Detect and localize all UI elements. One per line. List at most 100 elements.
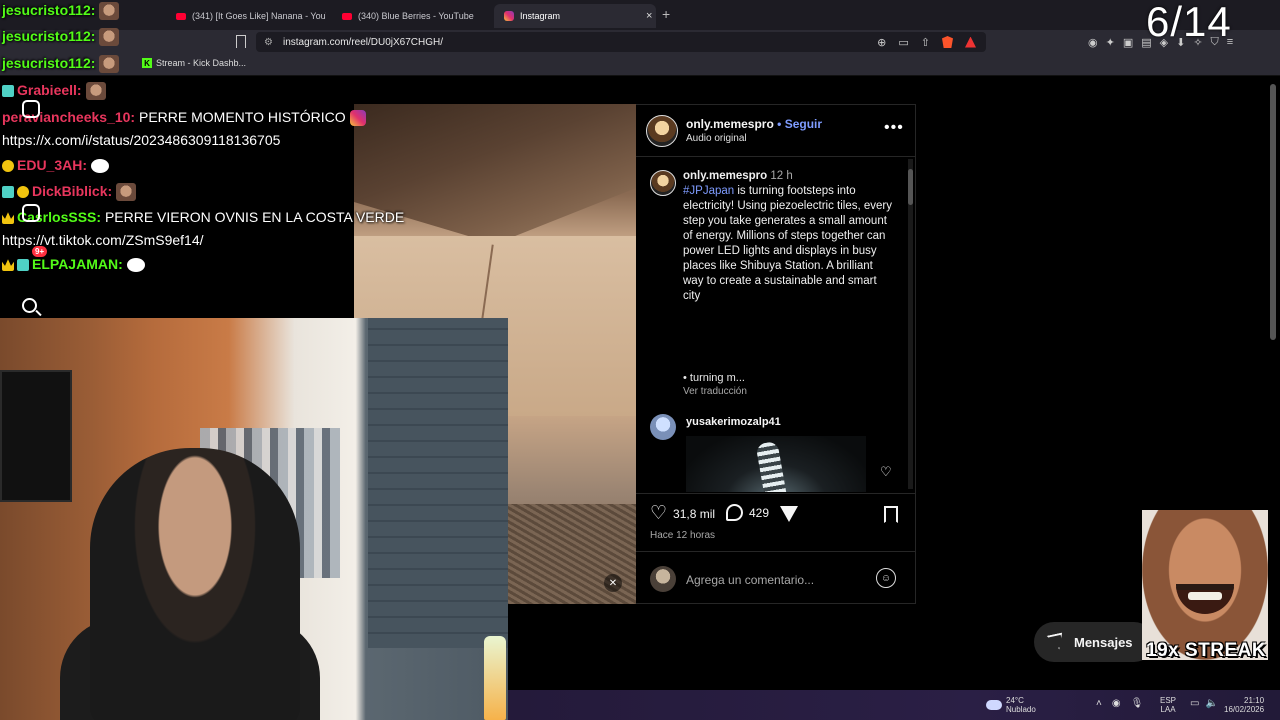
save-icon[interactable] bbox=[884, 506, 898, 523]
weather-widget[interactable]: 24°C Nublado bbox=[986, 696, 1036, 714]
like-button[interactable]: ♡ 31,8 mil bbox=[650, 504, 715, 523]
caption-avatar[interactable] bbox=[650, 170, 676, 196]
stream-chat-overlay: jesucristo112: jesucristo112: jesucristo… bbox=[0, 0, 420, 320]
audio-label[interactable]: Audio original bbox=[686, 133, 747, 144]
post-actions: ♡ 31,8 mil 429 Hace 12 horas bbox=[636, 493, 916, 549]
app-tray-icon[interactable]: ◉ bbox=[1112, 698, 1121, 709]
comments-scrollbar-thumb[interactable] bbox=[908, 169, 913, 205]
caption-hashtag[interactable]: #JPJapan bbox=[683, 185, 734, 197]
author-username[interactable]: only.memespro bbox=[686, 117, 774, 131]
instagram-home-icon[interactable] bbox=[22, 100, 40, 118]
page-scrollbar[interactable] bbox=[1270, 84, 1276, 340]
chat-user: EDU_3AH: bbox=[17, 157, 88, 173]
chat-line: DickBiblick: bbox=[2, 183, 137, 202]
chat-line: CasrlosSSS: PERRE VIERON OVNIS EN LA COS… bbox=[2, 209, 404, 225]
chat-line: jesucristo112: bbox=[2, 28, 120, 47]
mute-icon[interactable]: ✕ bbox=[604, 574, 622, 592]
brave-rewards-icon[interactable] bbox=[965, 36, 976, 48]
notification-badge: 9+ bbox=[32, 246, 48, 257]
extension-icon[interactable]: ◉ bbox=[1088, 36, 1098, 49]
sidebar-icon[interactable]: ▣ bbox=[1123, 36, 1133, 49]
chat-line: EDU_3AH: bbox=[2, 157, 110, 174]
caption-username[interactable]: only.memespro bbox=[683, 170, 767, 182]
cast-icon[interactable]: ▭ bbox=[898, 36, 908, 49]
crown-badge-icon bbox=[2, 212, 14, 225]
tab-instagram[interactable]: Instagram × bbox=[494, 4, 656, 28]
microphone-icon[interactable]: 🎙 bbox=[1131, 698, 1144, 709]
heart-icon: ♡ bbox=[650, 503, 668, 524]
author-line: only.memespro • Seguir bbox=[686, 117, 822, 131]
chat-user: Grabieell: bbox=[17, 82, 82, 98]
zoom-icon[interactable]: ⊕ bbox=[877, 36, 886, 49]
close-tab-icon[interactable]: × bbox=[566, 10, 652, 22]
reply-avatar[interactable] bbox=[650, 414, 676, 440]
comments-count: 429 bbox=[749, 505, 770, 520]
volume-icon[interactable]: 🔈 bbox=[1205, 698, 1217, 709]
like-comment-icon[interactable]: ♡ bbox=[880, 464, 892, 480]
webcam-tv bbox=[0, 370, 72, 502]
comment-button[interactable]: 429 bbox=[726, 504, 769, 521]
search-icon[interactable] bbox=[22, 298, 37, 313]
share-button[interactable] bbox=[780, 506, 798, 522]
meme-teeth bbox=[1188, 592, 1222, 600]
author-avatar[interactable] bbox=[646, 115, 678, 147]
follow-button[interactable]: Seguir bbox=[785, 117, 822, 131]
chat-line: https://x.com/i/status/20234863091181367… bbox=[2, 132, 280, 148]
comment-input[interactable]: Agrega un comentario... bbox=[686, 573, 814, 587]
new-tab-button[interactable]: + bbox=[662, 6, 670, 22]
chat-user: jesucristo112: bbox=[2, 55, 96, 71]
badge-icon bbox=[2, 160, 14, 173]
screen: (341) [It Goes Like] Nanana - YouTube (3… bbox=[0, 0, 1280, 720]
emote-icon bbox=[85, 82, 106, 101]
webcam-streamer bbox=[90, 448, 300, 720]
weather-condition: Nublado bbox=[1006, 705, 1036, 714]
language-layout: LAA bbox=[1160, 705, 1176, 714]
clock-time: 21:10 bbox=[1244, 696, 1265, 705]
clock[interactable]: 21:10 16/02/2026 bbox=[1224, 696, 1264, 714]
chat-line: jesucristo112: bbox=[2, 55, 120, 74]
badge-icon bbox=[17, 186, 29, 199]
post-time: Hace 12 horas bbox=[650, 530, 716, 541]
reply-gif bbox=[686, 436, 866, 492]
caption-continuation: • turning m... bbox=[683, 372, 745, 384]
chat-link: https://vt.tiktok.com/ZSmS9ef14/ bbox=[2, 232, 204, 248]
post-panel: only.memespro • Seguir Audio original ••… bbox=[636, 104, 916, 604]
messages-icon bbox=[1047, 633, 1066, 652]
emoji-icon[interactable]: ☺ bbox=[876, 568, 896, 588]
chevron-up-icon[interactable]: ˄ bbox=[1096, 698, 1102, 709]
chat-line: https://vt.tiktok.com/ZSmS9ef14/ bbox=[2, 232, 204, 248]
chat-message: PERRE VIERON OVNIS EN LA COSTA VERDE bbox=[104, 209, 405, 225]
post-header: only.memespro • Seguir Audio original ••… bbox=[636, 105, 916, 157]
translate-link[interactable]: Ver traducción bbox=[683, 386, 747, 397]
network-icon[interactable]: ▭ bbox=[1190, 698, 1199, 709]
messages-label: Mensajes bbox=[1074, 634, 1133, 650]
emote-icon bbox=[91, 159, 110, 174]
caption-time: 12 h bbox=[770, 170, 793, 182]
language-code: ESP bbox=[1160, 696, 1177, 705]
emote-icon bbox=[99, 55, 120, 74]
brave-shields-icon[interactable] bbox=[942, 36, 953, 48]
chat-line: ELPAJAMAN: bbox=[2, 256, 145, 273]
weather-text: 24°C Nublado bbox=[1006, 696, 1036, 714]
emote-icon bbox=[99, 2, 120, 21]
chat-user: jesucristo112: bbox=[2, 2, 96, 18]
streak-counter: 19x STREAK bbox=[1146, 640, 1267, 661]
more-options-icon[interactable]: ••• bbox=[884, 119, 904, 137]
subscriber-badge-icon bbox=[17, 259, 29, 272]
reel-counter: 6/14 bbox=[1146, 0, 1232, 45]
send-icon bbox=[780, 506, 798, 522]
messages-button[interactable]: Mensajes bbox=[1034, 622, 1154, 662]
puzzle-icon[interactable]: ✦ bbox=[1106, 36, 1115, 49]
chat-line: jesucristo112: bbox=[2, 2, 120, 21]
chat-user: DickBiblick: bbox=[32, 183, 113, 199]
cloud-icon bbox=[986, 700, 1002, 710]
comments-scrollbar-track[interactable] bbox=[908, 159, 913, 489]
chat-user: jesucristo112: bbox=[2, 28, 96, 44]
reply-username[interactable]: yusakerimozalp41 bbox=[686, 416, 781, 428]
temperature: 24°C bbox=[1006, 696, 1024, 705]
language-indicator[interactable]: ESP LAA bbox=[1160, 696, 1176, 714]
instagram-reels-icon[interactable] bbox=[22, 204, 40, 222]
chat-message: PERRE MOMENTO HISTÓRICO bbox=[138, 109, 346, 125]
share-icon[interactable]: ⇧ bbox=[921, 36, 930, 49]
separator-dot: • bbox=[777, 117, 782, 131]
